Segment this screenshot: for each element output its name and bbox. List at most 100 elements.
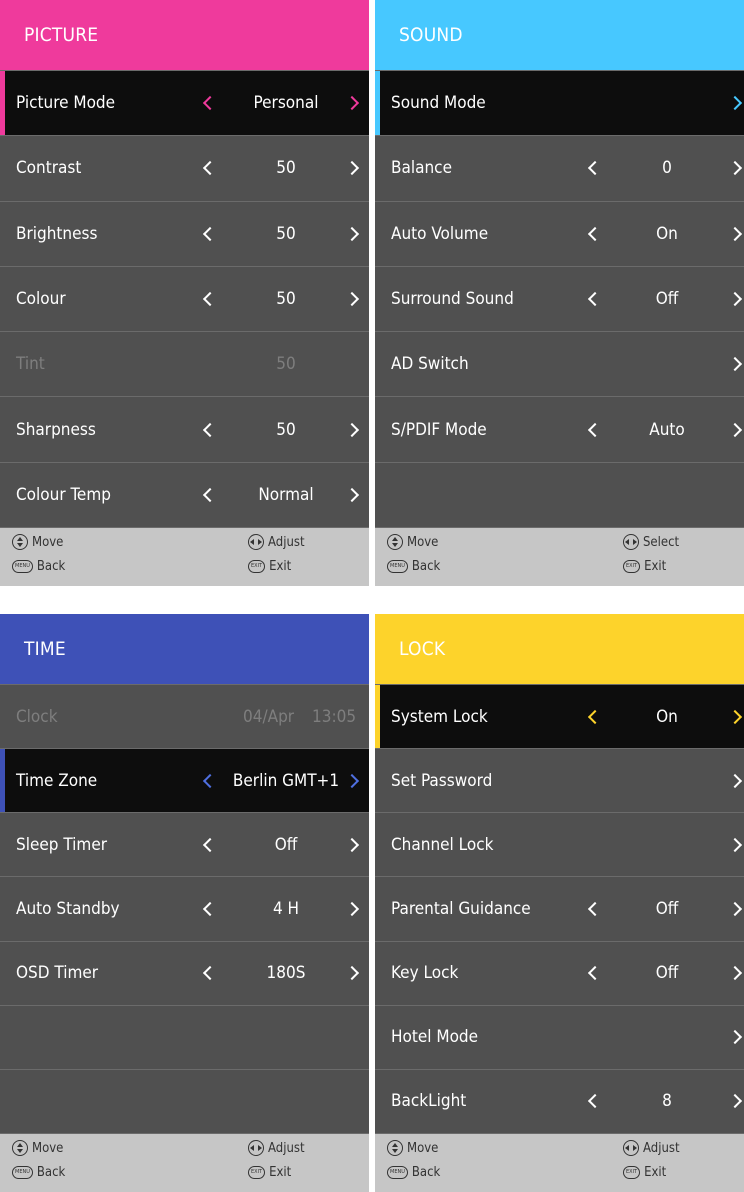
chevron-left-icon[interactable] — [587, 422, 603, 437]
chevron-left-icon[interactable] — [202, 773, 218, 788]
chevron-left-icon[interactable] — [587, 709, 603, 724]
key-hint-bar: Move MENU Back Select EXIT Exit — [375, 528, 744, 586]
chevron-right-icon[interactable] — [727, 1030, 743, 1045]
chevron-right-icon[interactable] — [344, 901, 360, 917]
menu-item-auto-volume[interactable]: Auto Volume On — [375, 202, 744, 267]
chevron-right-icon[interactable] — [727, 901, 743, 917]
chevron-left-icon[interactable] — [587, 1094, 603, 1109]
menu-item-channel-lock[interactable]: Channel Lock — [375, 813, 744, 878]
menu-item-value: 50 — [276, 223, 296, 244]
time-menu-header: TIME — [0, 614, 369, 684]
menu-item-sound-mode[interactable]: Sound Mode — [375, 70, 744, 137]
menu-item-system-lock[interactable]: System Lock On — [375, 684, 744, 750]
chevron-left-icon[interactable] — [202, 226, 218, 241]
chevron-left-icon[interactable] — [202, 291, 218, 307]
panel-title: SOUND — [399, 24, 463, 46]
chevron-right-icon[interactable] — [344, 837, 360, 852]
chevron-right-icon[interactable] — [344, 226, 360, 241]
menu-item-ad-switch[interactable]: AD Switch — [375, 332, 744, 398]
chevron-right-icon[interactable] — [727, 161, 743, 176]
menu-item-sleep-timer[interactable]: Sleep Timer Off — [0, 813, 369, 878]
chevron-left-icon[interactable] — [587, 291, 603, 307]
menu-item-value: Auto — [649, 419, 685, 440]
menu-item-time-zone[interactable]: Time Zone Berlin GMT+1 — [0, 749, 369, 814]
menu-item-value: 50 — [276, 288, 296, 309]
chevron-left-icon[interactable] — [202, 96, 218, 111]
chevron-right-icon[interactable] — [344, 161, 360, 176]
menu-item-value: 180S — [266, 963, 306, 984]
up-down-icon — [387, 534, 403, 550]
menu-item-colour[interactable]: Colour 50 — [0, 267, 369, 333]
chevron-right-icon[interactable] — [727, 773, 743, 788]
menu-item-label: Clock — [16, 706, 58, 727]
hint-label: Adjust — [268, 534, 305, 550]
sound-menu-list: Sound Mode Balance 0 Auto Volume On Surr… — [375, 70, 744, 528]
chevron-left-icon[interactable] — [202, 837, 218, 852]
chevron-left-icon[interactable] — [587, 161, 603, 176]
chevron-right-icon[interactable] — [727, 709, 743, 724]
hint-exit: EXIT Exit — [623, 559, 666, 574]
menu-item-label: Hotel Mode — [391, 1027, 479, 1048]
chevron-left-icon[interactable] — [202, 422, 218, 437]
selection-indicator — [375, 71, 380, 136]
menu-item-parental-guidance[interactable]: Parental Guidance Off — [375, 877, 744, 942]
hint-label: Back — [36, 1165, 66, 1180]
menu-item-hotel-mode[interactable]: Hotel Mode — [375, 1006, 744, 1070]
exit-key-icon: EXIT — [623, 560, 641, 573]
chevron-right-icon[interactable] — [727, 1094, 743, 1109]
menu-item-backlight[interactable]: BackLight 8 — [375, 1070, 744, 1134]
menu-item-surround-sound[interactable]: Surround Sound Off — [375, 267, 744, 333]
chevron-right-icon[interactable] — [727, 357, 743, 372]
chevron-left-icon[interactable] — [202, 966, 218, 981]
time-menu-list: Clock 04/Apr 13:05 Time Zone Berlin GMT+… — [0, 684, 369, 1134]
hint-label: Select — [643, 534, 680, 550]
picture-menu-header: PICTURE — [0, 0, 369, 70]
menu-item-key-lock[interactable]: Key Lock Off — [375, 942, 744, 1006]
chevron-right-icon[interactable] — [727, 422, 743, 437]
chevron-right-icon[interactable] — [727, 837, 743, 852]
menu-item-label: Tint — [16, 354, 45, 375]
hint-adjust: Adjust — [248, 1140, 305, 1156]
chevron-left-icon[interactable] — [587, 966, 603, 981]
menu-item-spdif-mode[interactable]: S/PDIF Mode Auto — [375, 397, 744, 463]
chevron-right-icon[interactable] — [727, 291, 743, 307]
menu-item-set-password[interactable]: Set Password — [375, 749, 744, 814]
menu-item-picture-mode[interactable]: Picture Mode Personal — [0, 70, 369, 137]
chevron-left-icon[interactable] — [587, 901, 603, 917]
chevron-right-icon[interactable] — [727, 966, 743, 981]
key-hint-bar: Move MENU Back Adjust EXIT Exit — [0, 528, 369, 586]
up-down-icon — [387, 1140, 403, 1156]
hint-exit: EXIT Exit — [248, 1165, 291, 1180]
menu-item-value: Personal — [253, 93, 319, 114]
menu-item-brightness[interactable]: Brightness 50 — [0, 202, 369, 267]
chevron-left-icon[interactable] — [202, 161, 218, 176]
menu-item-colour-temp[interactable]: Colour Temp Normal — [0, 463, 369, 528]
menu-item-osd-timer[interactable]: OSD Timer 180S — [0, 942, 369, 1006]
menu-item-label: Contrast — [16, 158, 82, 179]
chevron-right-icon[interactable] — [344, 96, 360, 111]
chevron-right-icon[interactable] — [344, 291, 360, 307]
chevron-left-icon[interactable] — [202, 487, 218, 502]
menu-item-sharpness[interactable]: Sharpness 50 — [0, 397, 369, 463]
panel-title: LOCK — [399, 638, 446, 660]
menu-item-label: Sharpness — [16, 419, 96, 440]
menu-item-auto-standby[interactable]: Auto Standby 4 H — [0, 877, 369, 942]
chevron-left-icon[interactable] — [202, 901, 218, 917]
hint-label: Move — [407, 534, 439, 550]
chevron-right-icon[interactable] — [344, 773, 360, 788]
menu-item-value: Off — [274, 834, 298, 855]
hint-label: Move — [32, 1140, 64, 1156]
chevron-right-icon[interactable] — [344, 966, 360, 981]
menu-item-label: Key Lock — [391, 963, 459, 984]
menu-item-value: 0 — [662, 158, 672, 179]
menu-item-balance[interactable]: Balance 0 — [375, 136, 744, 202]
chevron-right-icon[interactable] — [344, 487, 360, 502]
menu-item-contrast[interactable]: Contrast 50 — [0, 136, 369, 202]
chevron-right-icon[interactable] — [727, 226, 743, 241]
menu-item-label: Set Password — [391, 770, 493, 791]
menu-item-label: Surround Sound — [391, 288, 514, 309]
chevron-left-icon[interactable] — [587, 226, 603, 241]
chevron-right-icon[interactable] — [344, 422, 360, 437]
chevron-right-icon[interactable] — [727, 96, 743, 111]
hint-exit: EXIT Exit — [623, 1165, 666, 1180]
